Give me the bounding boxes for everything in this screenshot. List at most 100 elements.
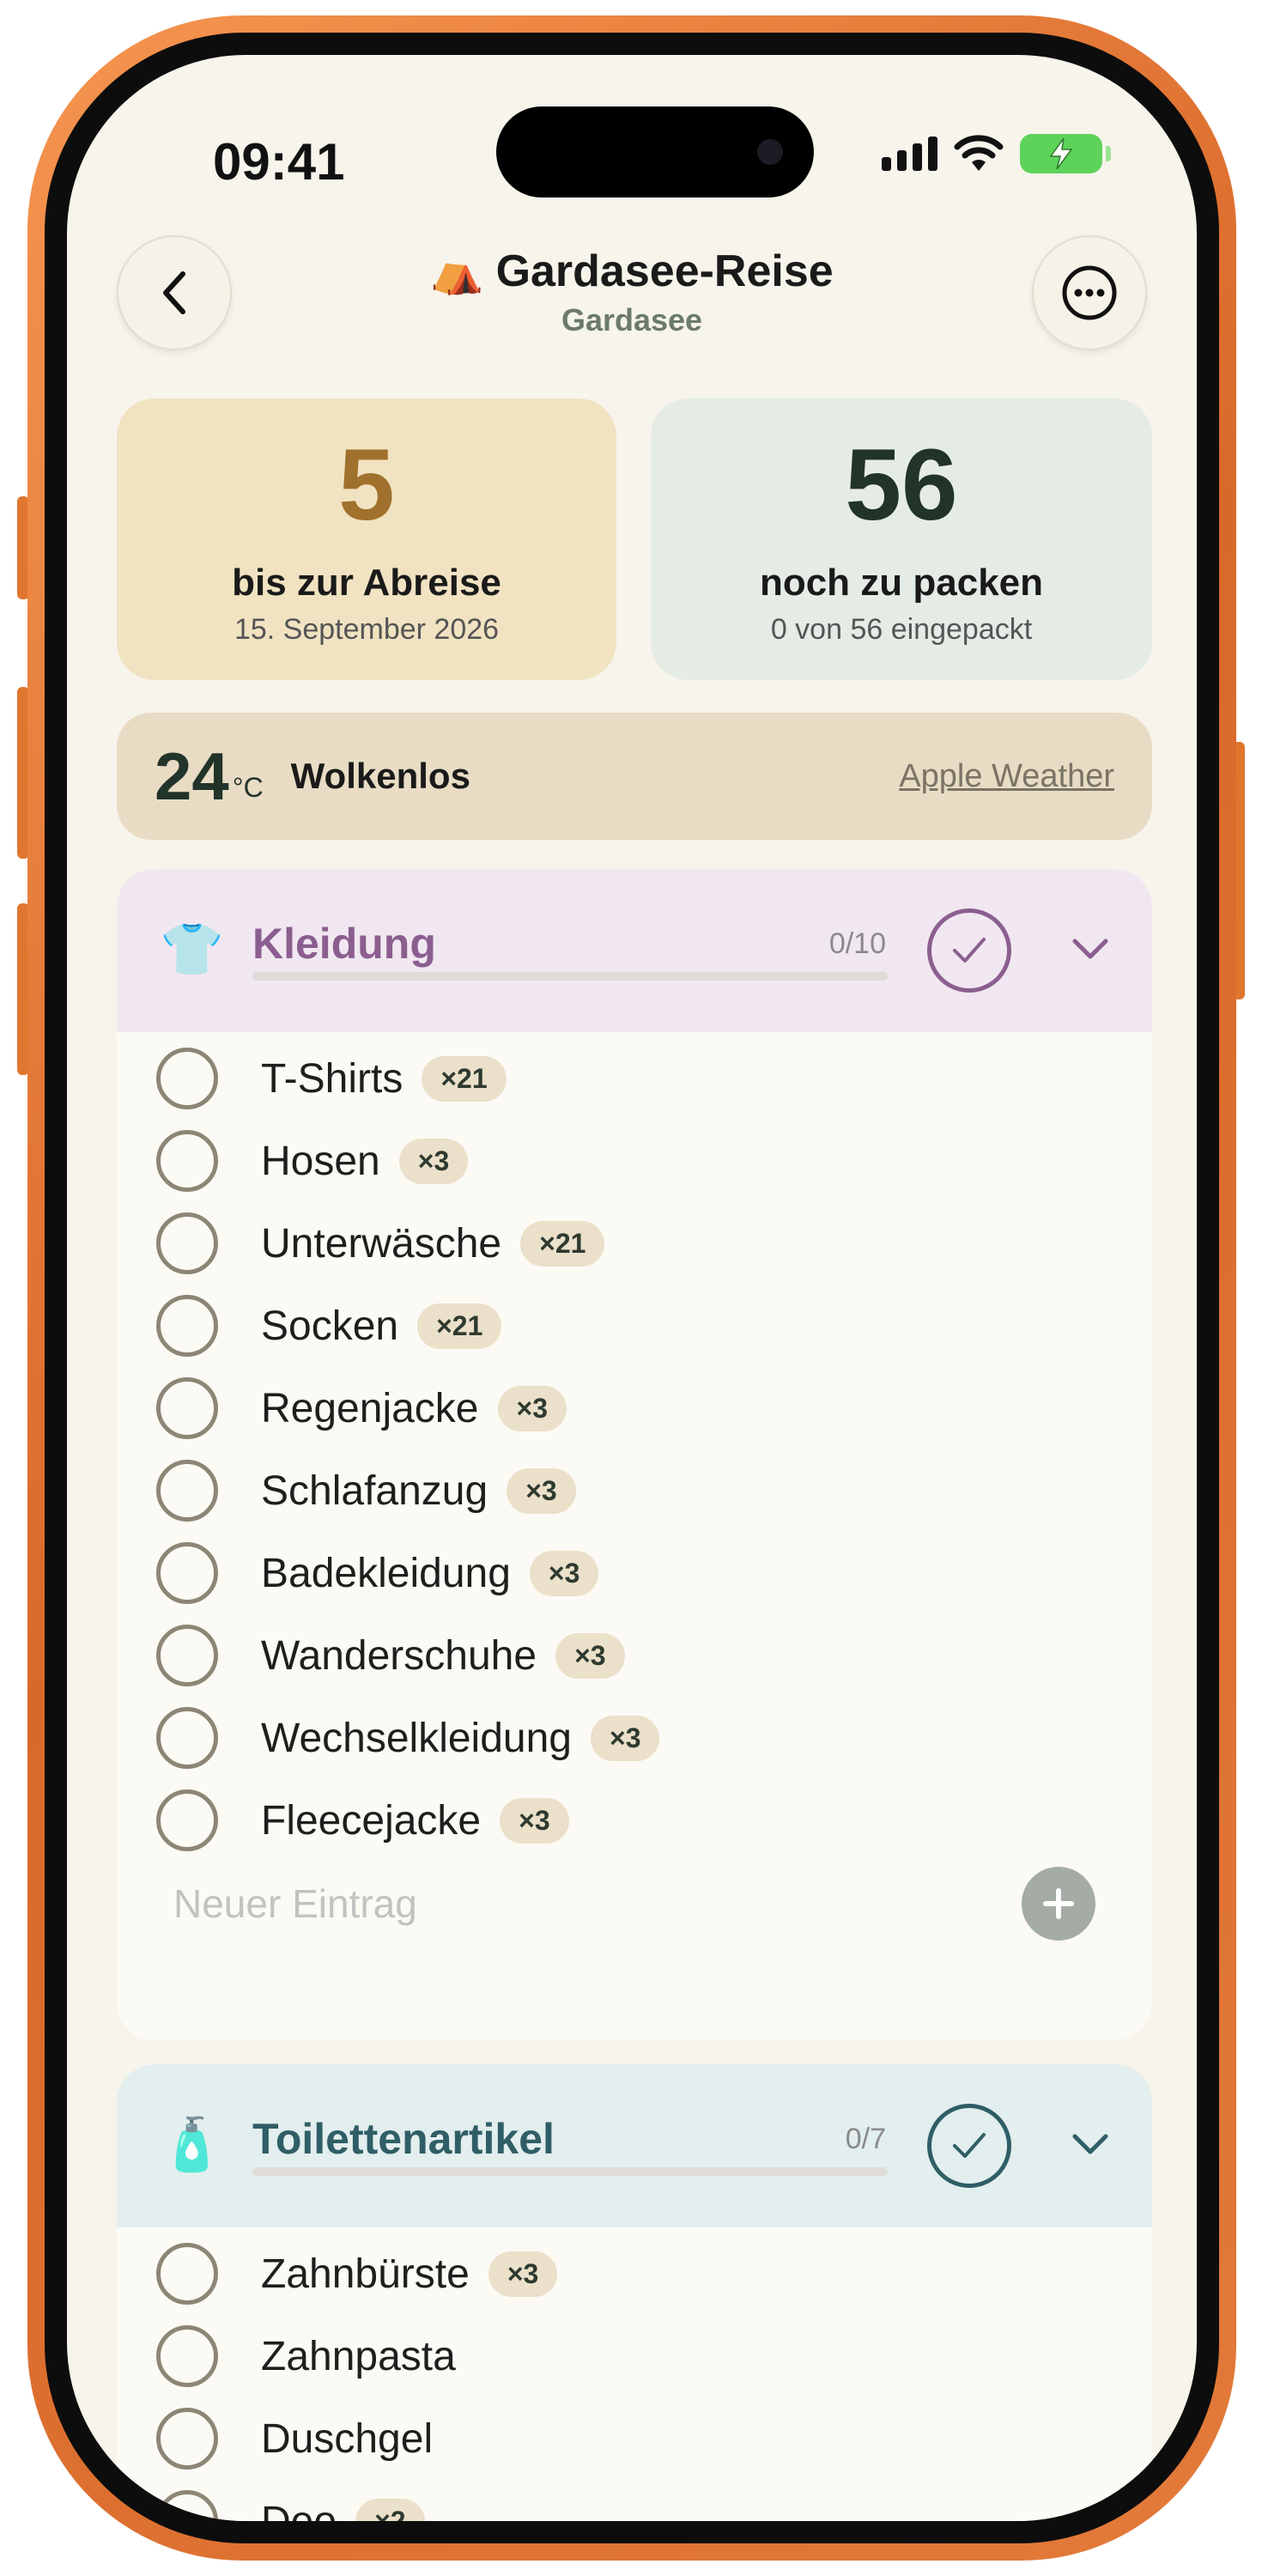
list-item: Schlafanzug ×3 (117, 1449, 1152, 1532)
item-label: Schlafanzug (261, 1467, 488, 1514)
quantity-badge: ×21 (417, 1303, 502, 1349)
dynamic-island (496, 106, 814, 197)
lotion-bottle-icon: 🧴 (160, 2116, 224, 2173)
item-label: Zahnbürste (261, 2251, 470, 2297)
camera-icon (757, 139, 783, 165)
quantity-badge: ×3 (591, 1715, 660, 1761)
wifi-icon (954, 135, 1004, 171)
list-item: Wanderschuhe ×3 (117, 1614, 1152, 1697)
item-checkbox[interactable] (156, 1377, 218, 1439)
chevron-down-icon[interactable] (1070, 934, 1111, 962)
checkmark-icon (953, 2133, 986, 2158)
temperature-unit: °C (232, 771, 264, 803)
header: ⛺ Gardasee-Reise Gardasee (67, 246, 1197, 338)
category-progress-bar (252, 972, 888, 981)
days-until-departure-card[interactable]: 5 bis zur Abreise 15. September 2026 (117, 398, 616, 680)
item-label: Duschgel (261, 2415, 434, 2462)
item-label: Hosen (261, 1138, 380, 1184)
status-time: 09:41 (213, 133, 345, 191)
quantity-badge: ×3 (497, 1385, 567, 1431)
weather-card: 24 °C Wolkenlos Apple Weather (117, 713, 1152, 840)
days-until-departure-value: 5 (338, 428, 395, 542)
item-checkbox[interactable] (156, 2408, 218, 2470)
category-count: 0/10 (828, 927, 886, 960)
days-until-departure-label: bis zur Abreise (232, 562, 501, 604)
quantity-badge: ×2 (355, 2498, 425, 2521)
temperature-value: 24 (155, 738, 229, 814)
mark-all-packed-button[interactable] (927, 2104, 1011, 2188)
item-label: Zahnpasta (261, 2333, 456, 2379)
shirt-icon: 👕 (160, 920, 224, 978)
list-item: Duschgel (117, 2397, 1152, 2480)
status-icons (882, 134, 1111, 173)
list-item: T-Shirts ×21 (117, 1037, 1152, 1120)
item-label: Regenjacke (261, 1385, 479, 1431)
item-label: Fleecejacke (261, 1797, 482, 1844)
category-header[interactable]: 👕 Kleidung 0/10 (117, 869, 1152, 1032)
item-label: Wanderschuhe (261, 1632, 537, 1679)
quantity-badge: ×3 (529, 1550, 599, 1596)
cellular-signal-icon (882, 137, 937, 171)
quantity-badge: ×3 (398, 1138, 469, 1184)
item-checkbox[interactable] (156, 2325, 218, 2387)
item-label: Wechselkleidung (261, 1715, 572, 1761)
phone-frame: 09:41 ⛺ Gardasee-Reise Gardasee 5 bis zu… (27, 15, 1236, 2561)
quantity-badge: ×21 (422, 1055, 507, 1102)
item-checkbox[interactable] (156, 1212, 218, 1274)
item-checkbox[interactable] (156, 1542, 218, 1604)
packing-progress-text: 0 von 56 eingepackt (770, 613, 1033, 646)
checkmark-icon (953, 938, 986, 963)
item-checkbox[interactable] (156, 2490, 218, 2521)
item-checkbox[interactable] (156, 1295, 218, 1357)
mark-all-packed-button[interactable] (927, 908, 1011, 993)
category-clothing: 👕 Kleidung 0/10 T-Shirts ×21 Hosen ×3 Unte… (117, 869, 1152, 2040)
item-checkbox[interactable] (156, 1460, 218, 1522)
phone-bezel: 09:41 ⛺ Gardasee-Reise Gardasee 5 bis zu… (45, 33, 1219, 2543)
list-item: Socken ×21 (117, 1285, 1152, 1367)
item-checkbox[interactable] (156, 1789, 218, 1851)
item-label: Deo (261, 2498, 337, 2522)
chevron-down-icon[interactable] (1070, 2129, 1111, 2157)
page-title: Gardasee-Reise (495, 246, 834, 296)
apple-weather-link[interactable]: Apple Weather (899, 758, 1114, 795)
quantity-badge: ×3 (507, 1467, 576, 1514)
list-item: Zahnbürste ×3 (117, 2233, 1152, 2315)
item-label: T-Shirts (261, 1055, 403, 1102)
category-title: Toilettenartikel (252, 2115, 555, 2163)
item-label: Socken (261, 1303, 399, 1349)
item-checkbox[interactable] (156, 1048, 218, 1109)
list-item: Regenjacke ×3 (117, 1367, 1152, 1449)
category-progress-bar (252, 2167, 888, 2176)
list-item: Badekleidung ×3 (117, 1532, 1152, 1614)
item-checkbox[interactable] (156, 1707, 218, 1769)
category-count: 0/7 (845, 2123, 886, 2155)
add-item-button[interactable] (1022, 1867, 1095, 1941)
item-checkbox[interactable] (156, 1130, 218, 1192)
category-header[interactable]: 🧴 Toilettenartikel 0/7 (117, 2064, 1152, 2227)
list-item: Wechselkleidung ×3 (117, 1697, 1152, 1779)
tent-icon: ⛺ (430, 246, 484, 295)
battery-icon (1020, 134, 1111, 173)
new-entry-input[interactable] (173, 1880, 1022, 1927)
quantity-badge: ×3 (500, 1797, 569, 1844)
item-label: Unterwäsche (261, 1220, 502, 1267)
screen: 09:41 ⛺ Gardasee-Reise Gardasee 5 bis zu… (67, 55, 1197, 2521)
item-checkbox[interactable] (156, 1625, 218, 1686)
items-to-pack-label: noch zu packen (759, 562, 1044, 604)
item-checkbox[interactable] (156, 2243, 218, 2305)
more-options-button[interactable] (1032, 235, 1147, 350)
category-toiletries: 🧴 Toilettenartikel 0/7 Zahnbürste ×3 Zahn… (117, 2064, 1152, 2521)
quantity-badge: ×21 (520, 1220, 605, 1267)
item-list: T-Shirts ×21 Hosen ×3 Unterwäsche ×21 Socke… (117, 1032, 1152, 1862)
list-item: Unterwäsche ×21 (117, 1202, 1152, 1285)
ellipsis-circle-icon (1062, 265, 1117, 320)
plus-icon (1043, 1888, 1074, 1919)
item-list: Zahnbürste ×3 Zahnpasta Duschgel Deo ×2 (117, 2227, 1152, 2521)
category-title: Kleidung (252, 920, 436, 968)
departure-date: 15. September 2026 (234, 613, 500, 646)
list-item: Deo ×2 (117, 2480, 1152, 2521)
items-to-pack-card[interactable]: 56 noch zu packen 0 von 56 eingepackt (651, 398, 1152, 680)
list-item: Zahnpasta (117, 2315, 1152, 2397)
new-entry-row (117, 1856, 1152, 1951)
quantity-badge: ×3 (488, 2251, 558, 2297)
